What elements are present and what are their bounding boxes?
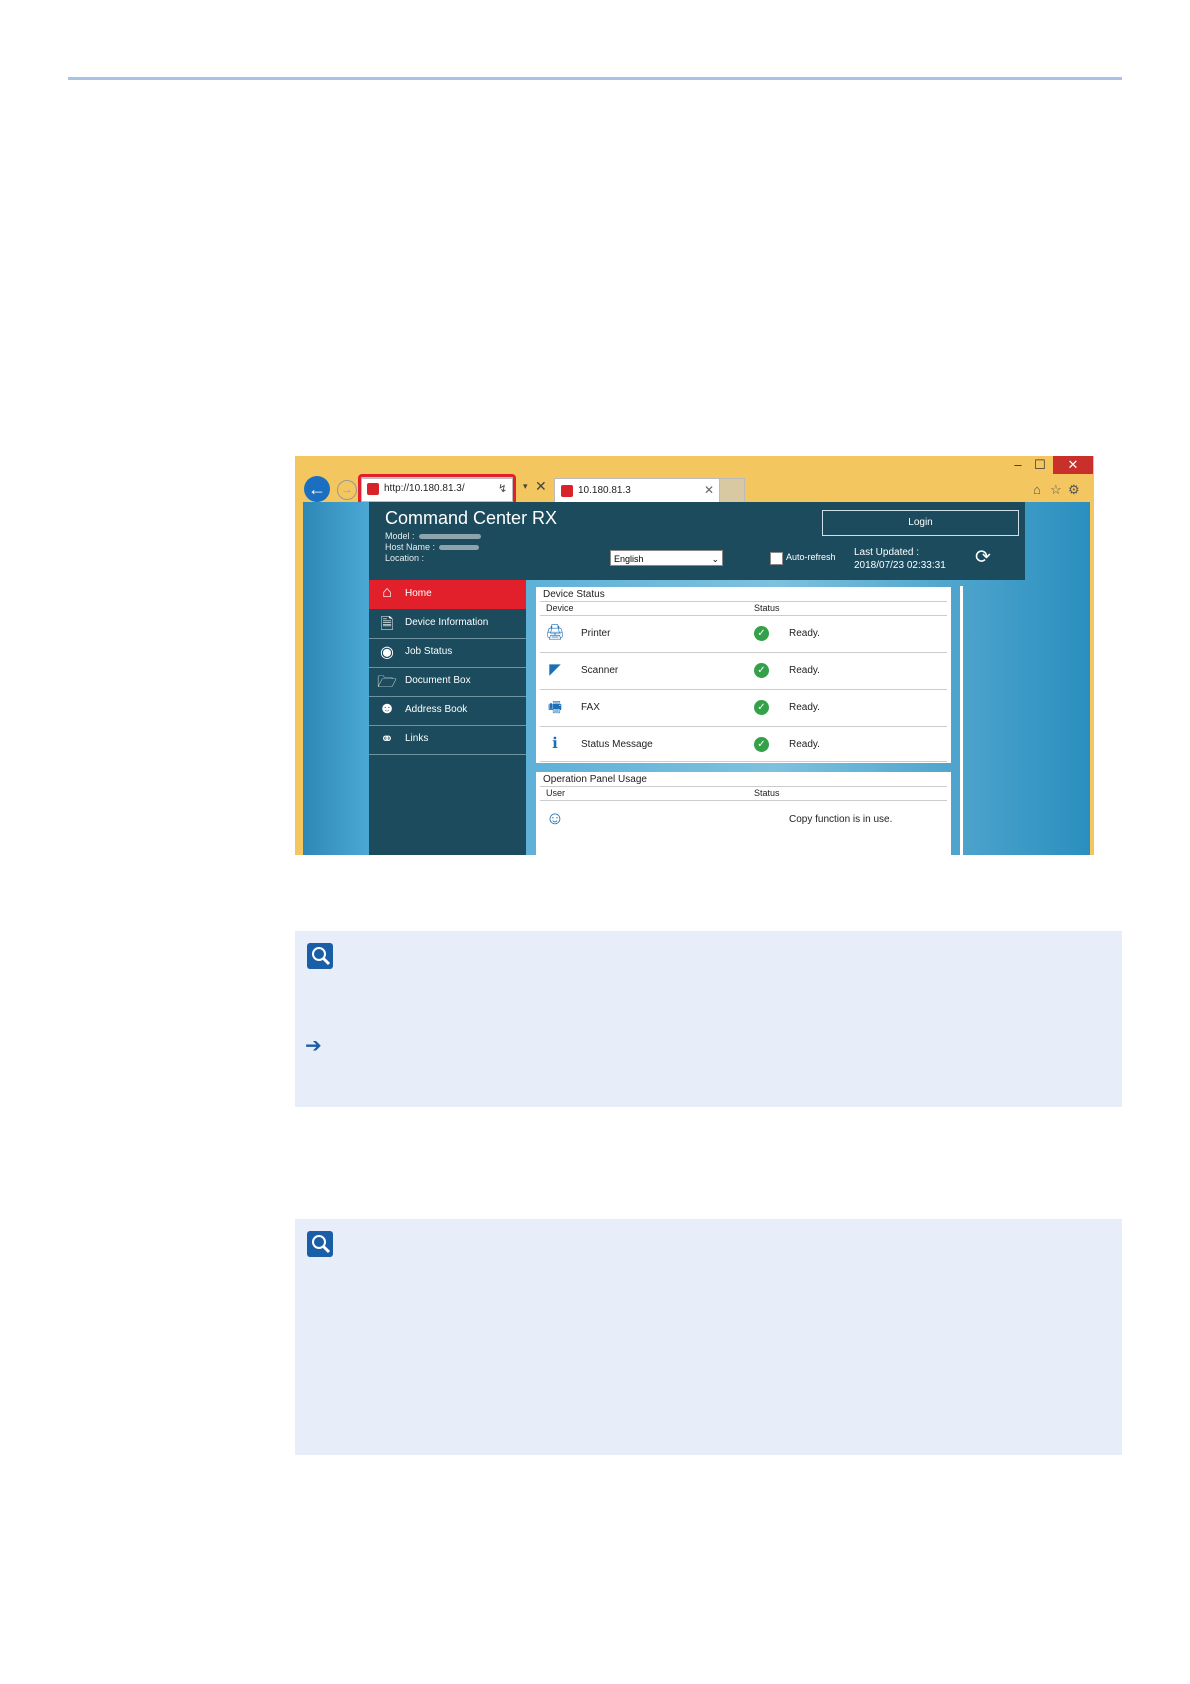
redacted-value xyxy=(418,534,481,540)
note-icon xyxy=(307,1231,333,1257)
sidebar-item-label: Home xyxy=(405,588,432,599)
panel-title: Operation Panel Usage xyxy=(543,774,647,785)
note-icon xyxy=(307,943,333,969)
home-icon: ⌂ xyxy=(382,584,392,601)
column-header-user: User xyxy=(546,788,566,798)
model-row: Model : xyxy=(385,531,481,541)
browser-screenshot: – ☐ ✕ ← → http://10.180.81.3/ ↯ ▾ ✕ 10.1… xyxy=(295,456,1094,855)
page-viewport: Command Center RX Model : Host Name : Lo… xyxy=(303,502,1090,855)
close-button[interactable]: ✕ xyxy=(1053,456,1093,474)
sidebar-item-device-information[interactable]: 🗎 Device Information xyxy=(369,609,526,639)
auto-refresh-checkbox[interactable] xyxy=(770,552,783,565)
sidebar-item-label: Job Status xyxy=(405,646,453,657)
scrollbar[interactable] xyxy=(960,586,963,855)
last-updated-value: 2018/07/23 02:33:31 xyxy=(854,560,946,571)
maximize-button[interactable]: ☐ xyxy=(1030,456,1050,474)
back-arrow-icon[interactable]: ← xyxy=(304,476,330,502)
reference-arrow-icon: ➔ xyxy=(305,1035,322,1057)
top-rule xyxy=(68,77,1122,80)
link-icon: ⚭ xyxy=(380,731,394,748)
device-info-icon: 🗎 xyxy=(380,616,394,633)
host-label: Host Name : xyxy=(385,542,436,552)
device-name: Printer xyxy=(581,628,611,639)
user-icon: ☺ xyxy=(545,808,565,828)
note-box: ➔ xyxy=(295,931,1122,1107)
device-status: Ready. xyxy=(789,702,820,713)
info-icon: ℹ xyxy=(552,735,558,752)
device-status: Ready. xyxy=(789,739,820,750)
location-label: Location : xyxy=(385,553,425,563)
note-box xyxy=(295,1219,1122,1455)
column-header-status: Status xyxy=(754,788,780,798)
check-icon: ✓ xyxy=(754,626,769,641)
operation-panel-usage: Operation Panel Usage User Status ☺ Copy… xyxy=(536,772,951,855)
star-icon[interactable]: ☆ xyxy=(1050,482,1062,498)
tab-favicon-icon xyxy=(561,485,573,497)
redacted-value xyxy=(439,545,480,551)
sidebar: ⌂ Home 🗎 Device Information ◉ Job Status… xyxy=(369,580,526,855)
column-header-device: Device xyxy=(546,603,574,613)
fax-icon: 🖷 xyxy=(547,699,563,716)
divider xyxy=(540,601,947,602)
device-status: Ready. xyxy=(789,665,820,676)
divider xyxy=(540,726,947,727)
last-updated: Last Updated : 2018/07/23 02:33:31 xyxy=(854,546,946,572)
tab-close-icon[interactable]: ✕ xyxy=(704,483,714,497)
language-value: English xyxy=(614,554,644,564)
gear-icon[interactable]: ⚙ xyxy=(1068,482,1080,498)
forward-arrow-icon[interactable]: → xyxy=(337,480,357,500)
address-book-icon: ☻ xyxy=(378,700,396,717)
app-title: Command Center RX xyxy=(385,508,558,528)
browser-tab[interactable]: 10.180.81.3 ✕ xyxy=(554,478,720,503)
divider xyxy=(540,761,947,762)
new-tab-button[interactable] xyxy=(719,478,745,504)
sidebar-item-label: Device Information xyxy=(405,617,489,628)
sidebar-item-label: Document Box xyxy=(405,675,471,686)
model-label: Model : xyxy=(385,531,415,541)
device-name: Status Message xyxy=(581,739,653,750)
refresh-icon[interactable]: ⟳ xyxy=(975,546,991,569)
divider xyxy=(540,652,947,653)
eye-icon: ◉ xyxy=(380,644,394,661)
sidebar-item-document-box[interactable]: 🗁 Document Box xyxy=(369,667,526,697)
tab-title: 10.180.81.3 xyxy=(578,485,631,496)
address-stop-icon[interactable]: ✕ xyxy=(535,478,547,495)
divider xyxy=(540,786,947,787)
app-header: Command Center RX Model : Host Name : Lo… xyxy=(369,502,1025,580)
address-dropdown-icon[interactable]: ▾ xyxy=(523,481,528,492)
sidebar-item-label: Address Book xyxy=(405,704,468,715)
divider xyxy=(540,800,947,801)
check-icon: ✓ xyxy=(754,737,769,752)
home-icon[interactable]: ⌂ xyxy=(1033,482,1041,497)
device-name: FAX xyxy=(581,702,600,713)
scanner-icon: ◤ xyxy=(549,661,561,678)
column-header-status: Status xyxy=(754,603,780,613)
usage-status: Copy function is in use. xyxy=(789,814,893,825)
check-icon: ✓ xyxy=(754,700,769,715)
panel-title: Device Status xyxy=(543,589,605,600)
language-select[interactable]: English ⌄ xyxy=(610,550,723,566)
divider xyxy=(540,615,947,616)
sidebar-item-home[interactable]: ⌂ Home xyxy=(369,580,526,609)
device-status-panel: Device Status Device Status 🖨 Printer ✓ … xyxy=(536,587,951,763)
minimize-button[interactable]: – xyxy=(1008,456,1028,474)
location-row: Location : xyxy=(385,553,424,563)
device-status: Ready. xyxy=(789,628,820,639)
folder-icon: 🗁 xyxy=(377,674,397,691)
sidebar-item-job-status[interactable]: ◉ Job Status xyxy=(369,638,526,668)
check-icon: ✓ xyxy=(754,663,769,678)
auto-refresh-label: Auto-refresh xyxy=(786,552,836,562)
host-row: Host Name : xyxy=(385,542,480,552)
login-button[interactable]: Login xyxy=(822,510,1019,536)
last-updated-label: Last Updated : xyxy=(854,547,920,558)
printer-icon: 🖨 xyxy=(545,624,565,641)
sidebar-item-label: Links xyxy=(405,733,429,744)
chevron-down-icon: ⌄ xyxy=(711,554,719,564)
divider xyxy=(540,689,947,690)
sidebar-item-address-book[interactable]: ☻ Address Book xyxy=(369,696,526,726)
sidebar-item-links[interactable]: ⚭ Links xyxy=(369,725,526,755)
device-name: Scanner xyxy=(581,665,619,676)
